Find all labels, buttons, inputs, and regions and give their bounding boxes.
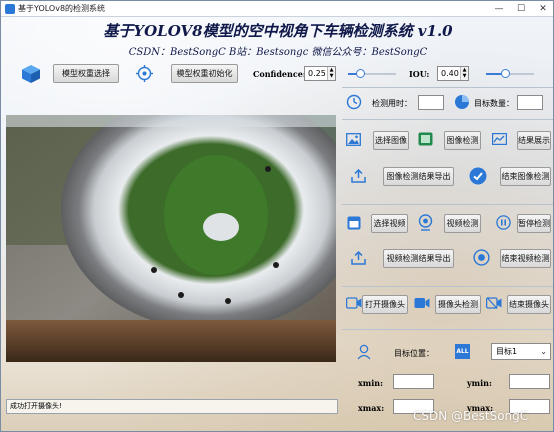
show-result-button[interactable]: 结果展示 <box>517 131 551 150</box>
video-export-button[interactable]: 视频检测结果导出 <box>383 249 454 268</box>
open-camera-button[interactable]: 打开摄像头 <box>362 295 408 314</box>
upload-icon <box>351 251 366 265</box>
target-select-value: 目标1 <box>496 347 518 356</box>
detect-time-field <box>418 95 444 110</box>
video-camera-icon <box>414 298 430 308</box>
chevron-down-icon[interactable]: ⌄ <box>540 344 547 359</box>
iou-value: 0.40 <box>441 69 459 78</box>
window-title: 基于YOLOv8的检测系统 <box>18 4 106 13</box>
spin-arrows-icon[interactable]: ▲ ▼ <box>460 67 468 80</box>
select-video-button[interactable]: 选择视频 <box>371 214 408 233</box>
detect-time-label: 检测用时： <box>372 99 412 108</box>
chart-line-icon <box>492 133 507 145</box>
page-title: 基于YOLOV8模型的空中视角下车辆检测系统 v1.0 <box>103 22 453 40</box>
clock-icon <box>346 94 362 110</box>
spin-arrows-icon[interactable]: ▲ ▼ <box>327 67 335 80</box>
upload-icon <box>351 169 366 183</box>
pause-icon <box>496 215 511 230</box>
confidence-value: 0.25 <box>308 69 326 78</box>
section-divider <box>342 119 553 120</box>
iou-spinbox[interactable]: 0.40 ▲ ▼ <box>437 66 469 81</box>
iou-label: IOU: <box>409 69 430 79</box>
confidence-slider[interactable] <box>348 68 396 80</box>
title-bar: 基于YOLOv8的检测系统 — ☐ ✕ <box>1 1 553 17</box>
section-divider <box>342 329 553 330</box>
video-detect-button[interactable]: 视频检测 <box>444 214 481 233</box>
maximize-button[interactable]: ☐ <box>511 2 531 16</box>
crosshair-icon <box>136 65 153 82</box>
check-circle-icon <box>469 167 487 185</box>
image-export-button[interactable]: 图像检测结果导出 <box>383 167 454 186</box>
right-panel-divider <box>342 87 553 88</box>
model-init-button[interactable]: 模型权重初始化 <box>171 64 238 83</box>
webcam-icon <box>418 214 433 231</box>
xmax-label: xmax: <box>358 403 385 413</box>
image-detect-icon <box>418 132 433 146</box>
pause-detect-button[interactable]: 暂停检测 <box>517 214 551 233</box>
app-window: 基于YOLOv8的检测系统 — ☐ ✕ 基于YOLOV8模型的空中视角下车辆检测… <box>0 0 554 432</box>
close-button[interactable]: ✕ <box>533 2 553 16</box>
end-video-detect-button[interactable]: 结束视频检测 <box>500 249 551 268</box>
camera-detect-button[interactable]: 摄像头检测 <box>435 295 481 314</box>
xmin-field <box>393 374 434 389</box>
model-select-button[interactable]: 模型权重选择 <box>53 64 119 83</box>
target-position-label: 目标位置： <box>394 349 434 358</box>
slider-handle[interactable] <box>356 69 365 78</box>
stop-circle-icon <box>473 249 490 266</box>
video-file-icon <box>347 216 361 230</box>
cube-icon <box>22 65 40 83</box>
select-image-button[interactable]: 选择图像 <box>373 131 409 150</box>
confidence-spinbox[interactable]: 0.25 ▲ ▼ <box>304 66 336 81</box>
target-select[interactable]: 目标1 ⌄ <box>491 343 551 360</box>
section-divider <box>342 204 553 205</box>
end-camera-button[interactable]: 结束摄像头 <box>507 295 551 314</box>
status-bar: 成功打开摄像头! <box>6 399 338 414</box>
target-count-field <box>517 95 543 110</box>
app-icon <box>5 4 15 14</box>
pie-chart-icon <box>455 95 469 109</box>
slider-handle[interactable] <box>501 69 511 78</box>
minimize-button[interactable]: — <box>489 2 509 16</box>
user-icon <box>357 344 371 360</box>
iou-slider[interactable] <box>486 68 534 80</box>
watermark: CSDN @BestSongC <box>413 409 529 423</box>
ymin-label: ymin: <box>467 378 492 388</box>
camera-icon <box>346 297 362 309</box>
aerial-roundabout-frame <box>6 115 336 362</box>
ymin-field <box>509 374 550 389</box>
section-divider <box>342 286 553 287</box>
video-display <box>6 115 336 362</box>
confidence-label: Confidence: <box>253 69 306 79</box>
all-badge: ALL <box>455 344 470 359</box>
target-count-label: 目标数量： <box>474 99 514 108</box>
camera-off-icon <box>486 297 502 309</box>
page-subtitle: CSDN：BestSongC B站：Bestsongc 微信公众号：BestSo… <box>128 47 428 58</box>
image-detect-button[interactable]: 图像检测 <box>444 131 481 150</box>
xmin-label: xmin: <box>358 378 384 388</box>
end-image-detect-button[interactable]: 结束图像检测 <box>500 167 551 186</box>
image-icon <box>346 133 361 146</box>
